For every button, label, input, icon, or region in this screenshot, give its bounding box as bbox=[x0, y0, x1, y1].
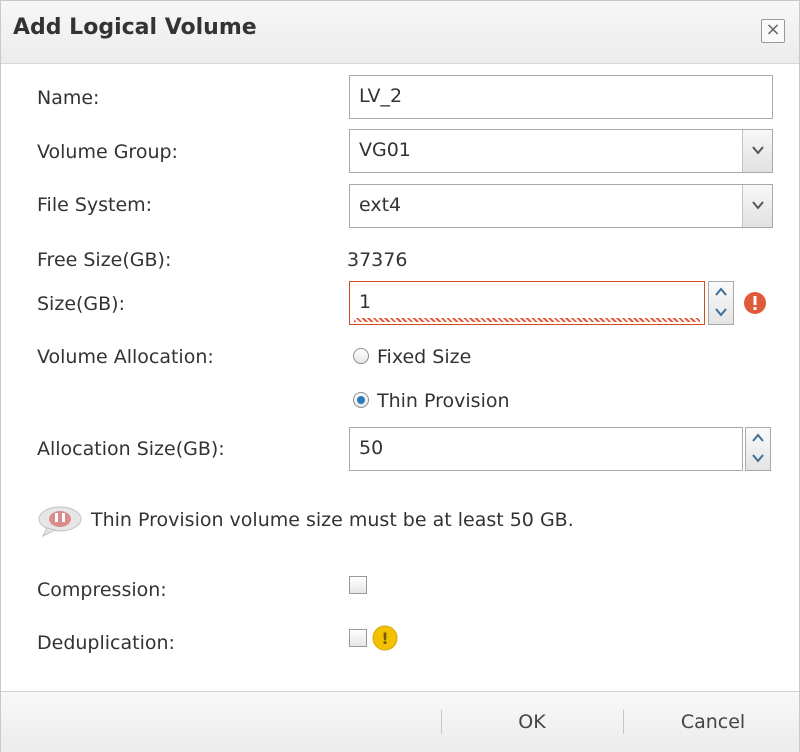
size-input-value: 1 bbox=[359, 291, 372, 313]
cancel-button[interactable]: Cancel bbox=[629, 692, 797, 752]
allocation-size-label: Allocation Size(GB): bbox=[37, 438, 225, 460]
file-system-label: File System: bbox=[37, 194, 153, 216]
deduplication-checkbox[interactable] bbox=[349, 629, 367, 647]
spin-up-icon bbox=[715, 287, 727, 296]
size-spinner[interactable] bbox=[708, 281, 734, 325]
compression-checkbox[interactable] bbox=[349, 576, 367, 594]
compression-label: Compression: bbox=[37, 579, 167, 601]
close-button[interactable]: × bbox=[761, 19, 785, 43]
dialog-title: Add Logical Volume bbox=[13, 15, 257, 40]
thin-provision-label[interactable]: Thin Provision bbox=[377, 390, 510, 412]
error-icon bbox=[744, 292, 766, 314]
spin-down-icon bbox=[752, 454, 764, 463]
size-input[interactable]: 1 bbox=[349, 281, 705, 325]
fixed-size-label[interactable]: Fixed Size bbox=[377, 346, 471, 368]
file-system-value: ext4 bbox=[359, 194, 402, 216]
ok-button[interactable]: OK bbox=[447, 692, 617, 752]
file-system-select[interactable]: ext4 bbox=[349, 184, 773, 228]
footer-separator bbox=[441, 710, 442, 734]
fixed-size-radio[interactable] bbox=[353, 348, 369, 364]
free-size-value: 37376 bbox=[347, 249, 408, 271]
dialog-footer: OK Cancel bbox=[1, 691, 799, 752]
warning-icon: ! bbox=[372, 625, 398, 651]
volume-group-select[interactable]: VG01 bbox=[349, 129, 773, 173]
dialog-titlebar: Add Logical Volume × bbox=[1, 1, 799, 64]
spin-up-icon bbox=[752, 433, 764, 442]
footer-separator bbox=[623, 710, 624, 734]
info-bubble-icon bbox=[38, 506, 82, 537]
name-input[interactable]: LV_2 bbox=[349, 75, 773, 119]
thin-provision-radio[interactable] bbox=[353, 392, 369, 408]
size-spin-up[interactable] bbox=[709, 282, 733, 303]
volume-allocation-label: Volume Allocation: bbox=[37, 346, 214, 368]
name-input-value: LV_2 bbox=[359, 85, 403, 107]
close-icon: × bbox=[765, 19, 781, 40]
chevron-down-icon bbox=[752, 146, 764, 155]
thin-provision-info-message: Thin Provision volume size must be at le… bbox=[91, 509, 574, 531]
allocation-size-value: 50 bbox=[359, 437, 384, 459]
allocation-size-spinner[interactable] bbox=[745, 427, 771, 471]
allocation-size-spin-up[interactable] bbox=[746, 428, 770, 449]
volume-group-label: Volume Group: bbox=[37, 141, 178, 163]
name-label: Name: bbox=[37, 87, 100, 109]
chevron-down-icon bbox=[752, 201, 764, 210]
free-size-label: Free Size(GB): bbox=[37, 249, 172, 271]
allocation-size-input[interactable]: 50 bbox=[349, 427, 743, 471]
spin-down-icon bbox=[715, 308, 727, 317]
warning-glyph: ! bbox=[381, 629, 388, 648]
size-label: Size(GB): bbox=[37, 293, 125, 315]
file-system-dropdown-button[interactable] bbox=[742, 185, 772, 227]
spellcheck-underline bbox=[354, 318, 700, 322]
add-logical-volume-dialog: Add Logical Volume × Name: LV_2 Volume G… bbox=[0, 0, 800, 752]
allocation-size-spin-down[interactable] bbox=[746, 449, 770, 470]
volume-group-dropdown-button[interactable] bbox=[742, 130, 772, 172]
size-spin-down[interactable] bbox=[709, 303, 733, 324]
volume-group-value: VG01 bbox=[359, 139, 411, 161]
deduplication-label: Deduplication: bbox=[37, 632, 175, 654]
